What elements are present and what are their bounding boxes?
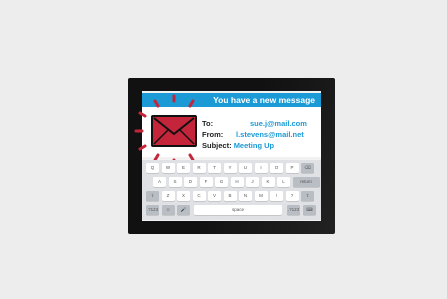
key-g[interactable]: G <box>215 177 228 187</box>
key-f[interactable]: F <box>199 177 213 187</box>
key-y[interactable]: Y <box>223 163 237 173</box>
key-u[interactable]: U <box>239 163 252 173</box>
subject-value: Meeting Up <box>233 141 275 150</box>
envelope-icon <box>151 115 197 147</box>
key-w[interactable]: W <box>161 163 175 173</box>
emoji-key[interactable]: ☺ <box>161 205 175 215</box>
key-a[interactable]: A <box>153 177 166 187</box>
key-r[interactable]: R <box>192 163 206 173</box>
key-7[interactable]: M <box>254 191 268 201</box>
key-d[interactable]: D <box>184 177 197 187</box>
key-1[interactable]: Z <box>161 191 175 201</box>
message-fields: To: sue.j@mail.com From: l.stevens@mail.ne… <box>202 118 307 151</box>
key-j[interactable]: J <box>246 177 259 187</box>
key-2[interactable]: X <box>177 191 190 201</box>
from-row: From: l.stevens@mail.net <box>202 129 307 140</box>
backspace-key[interactable]: ⌫ <box>301 163 314 173</box>
key-5[interactable]: B <box>223 191 237 201</box>
key-s[interactable]: S <box>168 177 182 187</box>
mic-key[interactable]: 🎤 <box>177 205 190 215</box>
from-label: From: <box>202 130 224 139</box>
key-t[interactable]: T <box>208 163 221 173</box>
key-h[interactable]: H <box>230 177 244 187</box>
key-q[interactable]: Q <box>146 163 159 173</box>
key-e[interactable]: E <box>177 163 190 173</box>
to-row: To: sue.j@mail.com <box>202 118 307 129</box>
key-l[interactable]: L <box>277 177 290 187</box>
shift-key[interactable]: ⇧ <box>301 191 314 201</box>
return-key[interactable]: return <box>292 177 320 187</box>
key-i[interactable]: I <box>254 163 268 173</box>
onscreen-keyboard: Q W E R T Y U I O P ⌫ A S D F G H J K Lreturn ⇧ Z X C V B N M!? ⇧ .?1… <box>142 160 321 220</box>
to-value: sue.j@mail.com <box>250 119 307 128</box>
space-key[interactable]: space <box>194 205 282 215</box>
key-9[interactable]: ? <box>285 191 299 201</box>
key-4[interactable]: V <box>208 191 221 201</box>
numbers-key-right[interactable]: .?123 <box>287 205 300 215</box>
key-8[interactable]: ! <box>270 191 283 201</box>
hide-keyboard-key[interactable]: ⌨ <box>303 205 316 215</box>
key-6[interactable]: N <box>239 191 252 201</box>
to-label: To: <box>202 119 214 128</box>
from-value: l.stevens@mail.net <box>236 130 304 139</box>
key-k[interactable]: K <box>261 177 275 187</box>
numbers-key[interactable]: .?123 <box>146 205 159 215</box>
subject-label: Subject: <box>202 141 232 150</box>
key-o[interactable]: O <box>270 163 283 173</box>
shift-key[interactable]: ⇧ <box>146 191 159 201</box>
key-p[interactable]: P <box>285 163 299 173</box>
key-3[interactable]: C <box>192 191 206 201</box>
subject-row: Subject: Meeting Up <box>202 140 307 151</box>
